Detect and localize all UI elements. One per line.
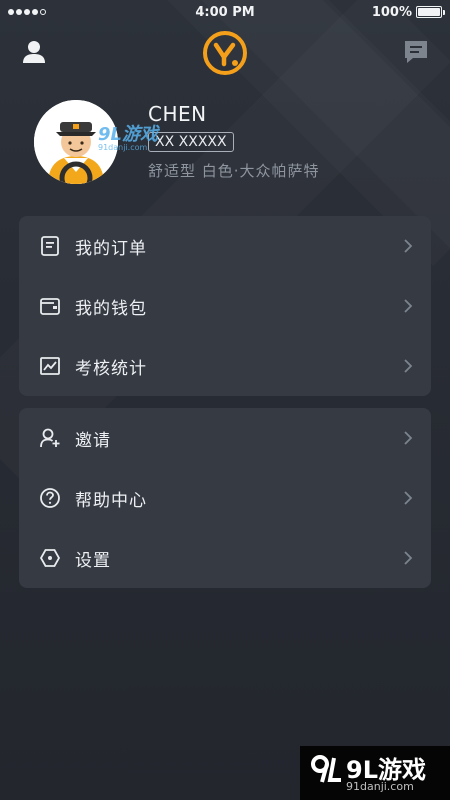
menu-item-help[interactable]: 帮助中心 [19,468,431,528]
help-icon [39,487,61,509]
menu-label: 帮助中心 [75,491,147,511]
menu-item-invite[interactable]: 邀请 [19,408,431,468]
chevron-right-icon [403,298,413,314]
menu-item-stats[interactable]: 考核统计 [19,336,431,396]
menu-label: 我的订单 [75,239,147,259]
menu-group-2: 邀请 帮助中心 设置 [19,408,431,588]
chevron-right-icon [403,550,413,566]
order-icon [39,235,61,257]
car-info: 舒适型 白色·大众帕萨特 [148,162,320,180]
chevron-right-icon [403,430,413,446]
status-time: 4:00 PM [195,4,255,20]
chevron-right-icon [403,358,413,374]
settings-icon [39,547,61,569]
chart-icon [39,355,61,377]
watermark-logo-icon [310,754,344,786]
battery-icon [416,6,445,18]
app-logo [202,30,248,76]
status-bar: 4:00 PM 100% [0,0,450,24]
menu-label: 设置 [75,551,111,571]
chevron-right-icon [403,490,413,506]
invite-user-icon [39,427,61,449]
top-nav [0,28,450,76]
menu-group-1: 我的订单 我的钱包 考核统计 [19,216,431,396]
wallet-icon [39,295,61,317]
watermark-banner: 9L游戏 91danji.com [300,746,450,800]
chevron-right-icon [403,238,413,254]
menu-item-orders[interactable]: 我的订单 [19,216,431,276]
license-plate: XX XXXXX [148,132,234,152]
menu-label: 我的钱包 [75,299,147,319]
menu-item-settings[interactable]: 设置 [19,528,431,588]
menu-label: 邀请 [75,431,111,451]
profile-icon[interactable] [20,38,48,66]
watermark-url: 91danji.com [346,780,414,793]
menu-item-wallet[interactable]: 我的钱包 [19,276,431,336]
message-icon[interactable] [402,38,430,66]
watermark-small-text: 9L游戏 [98,124,158,145]
watermark-small: 9L游戏 91danji.com [98,120,158,152]
menu-label: 考核统计 [75,359,147,379]
user-card[interactable]: CHEN XX XXXXX 舒适型 白色·大众帕萨特 [0,96,450,196]
